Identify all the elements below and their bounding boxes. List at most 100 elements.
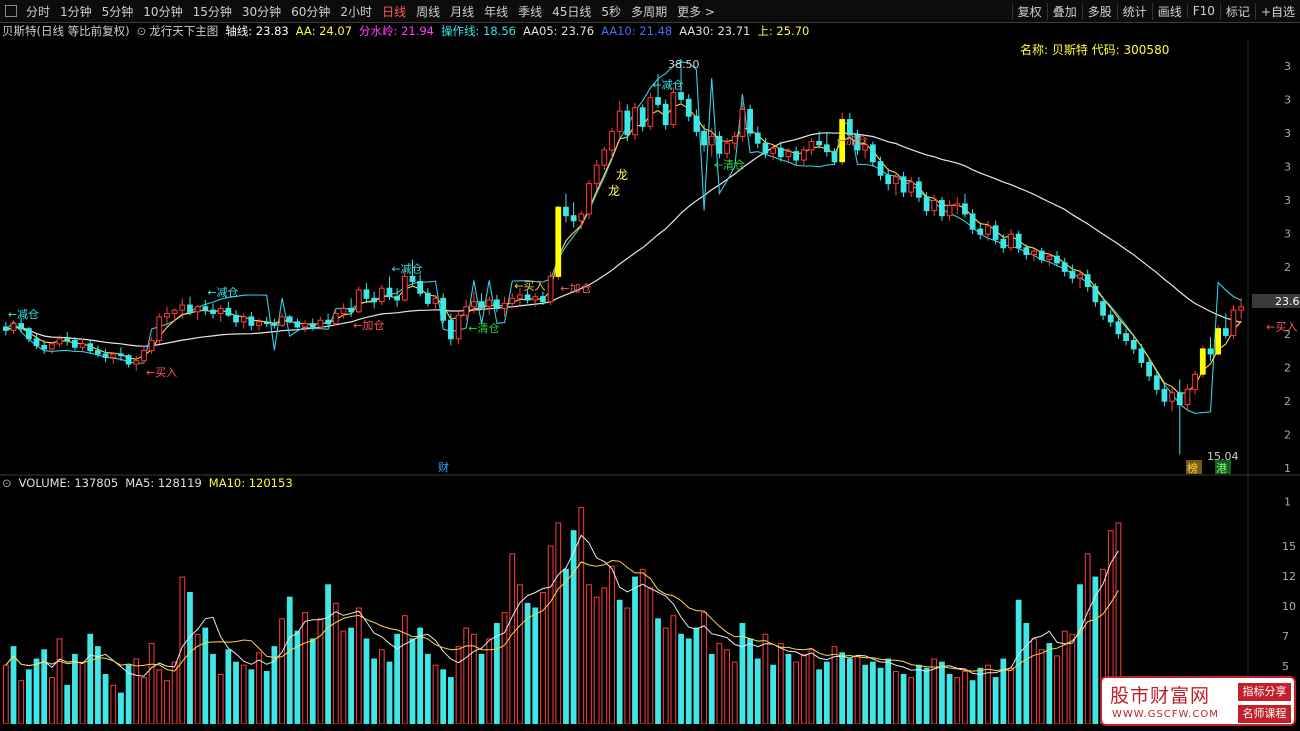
period-tab-11[interactable]: 年线 <box>479 3 513 20</box>
kline-chart[interactable]: ←减仓←买入←减仓←加仓←减仓←清仓←买入←加仓←减仓←清仓←加仓←买入←持仓 … <box>0 40 1300 724</box>
candle-body <box>770 147 776 154</box>
candle-body <box>125 355 132 365</box>
candle-body <box>424 292 431 304</box>
volume-bar <box>486 638 493 724</box>
volume-bar <box>87 633 94 724</box>
candle-body <box>371 297 378 303</box>
stock-title[interactable]: 贝斯特(日线 等比前复权) <box>2 23 130 39</box>
volume-bar <box>225 649 232 724</box>
candle-body <box>1015 233 1022 249</box>
period-tab-9[interactable]: 周线 <box>411 3 445 20</box>
candle-body <box>939 200 945 217</box>
volume-bar <box>187 592 193 724</box>
volume-bar <box>893 670 899 724</box>
volume-bar <box>869 661 876 724</box>
candle-body <box>217 307 224 314</box>
candle <box>593 160 600 191</box>
candle <box>1192 370 1199 395</box>
candle <box>639 104 646 132</box>
volume-bar <box>509 553 516 724</box>
period-tab-0[interactable]: 分时 <box>21 3 55 20</box>
indicator-toggle-icon[interactable]: ⊙ <box>137 24 147 38</box>
candle-body <box>563 206 569 217</box>
toolbar-button-5[interactable]: F10 <box>1186 4 1220 18</box>
volume-bar <box>256 652 262 724</box>
toolbar-button-0[interactable]: 复权 <box>1011 2 1047 20</box>
period-tab-14[interactable]: 5秒 <box>596 3 626 20</box>
volume-bar <box>616 599 623 724</box>
volume-bar <box>954 677 961 724</box>
candle <box>248 311 255 331</box>
toolbar-button-2[interactable]: 多股 <box>1081 2 1117 20</box>
period-tab-13[interactable]: 45日线 <box>547 3 596 20</box>
candle-body <box>962 203 968 215</box>
candle-body <box>41 345 48 350</box>
toolbar-button-6[interactable]: 标记 <box>1219 2 1255 20</box>
period-tab-16[interactable]: 更多 > <box>672 3 720 20</box>
candle-body <box>2 326 9 331</box>
volume-bar <box>609 565 615 724</box>
candle-body <box>202 306 209 311</box>
period-tab-1[interactable]: 1分钟 <box>55 3 97 20</box>
bang-marker[interactable]: 榜 <box>1187 461 1198 475</box>
price-axis-label: 3 <box>1284 127 1291 140</box>
candle <box>616 101 623 139</box>
volume-bar <box>1023 622 1030 724</box>
period-tab-8[interactable]: 日线 <box>377 3 411 20</box>
toolbar-button-4[interactable]: 画线 <box>1151 2 1187 20</box>
candle-body <box>48 343 55 350</box>
candle-body <box>800 149 807 161</box>
period-tab-5[interactable]: 30分钟 <box>237 3 286 20</box>
candle <box>977 222 984 240</box>
candle <box>394 288 401 307</box>
candle-body <box>1046 255 1053 261</box>
candle-body <box>148 339 155 352</box>
volume-bar <box>731 661 738 724</box>
period-tab-3[interactable]: 10分钟 <box>138 3 187 20</box>
candle-body <box>555 206 562 277</box>
candle-body <box>309 323 316 328</box>
candle <box>869 141 876 167</box>
volume-bar <box>355 607 362 724</box>
window-menu-icon[interactable] <box>5 5 17 17</box>
watermark-tag-1: 指标分享 <box>1238 683 1291 701</box>
period-tab-2[interactable]: 5分钟 <box>97 3 139 20</box>
candle-body <box>1023 247 1030 255</box>
candle <box>1123 328 1129 346</box>
candle <box>386 276 393 300</box>
indicator-name[interactable]: 龙行天下主图 <box>149 23 218 39</box>
candle-body <box>869 144 876 163</box>
candle <box>2 321 9 336</box>
candle <box>87 340 94 354</box>
candle-body <box>831 151 838 163</box>
period-tab-7[interactable]: 2小时 <box>335 3 377 20</box>
period-tab-15[interactable]: 多周期 <box>626 3 672 20</box>
period-tab-12[interactable]: 季线 <box>513 3 547 20</box>
toolbar-button-1[interactable]: 叠加 <box>1046 2 1082 20</box>
volume-bar <box>916 664 922 724</box>
price-axis-label: 3 <box>1284 228 1291 241</box>
period-tabs: 分时 1分钟 5分钟 10分钟 15分钟 30分钟 60分钟 2小时 日线 周线 月线 年线 季线 45日… <box>21 3 720 20</box>
toolbar-button-7[interactable]: +自选 <box>1254 2 1300 20</box>
gang-marker[interactable]: 港 <box>1216 462 1227 475</box>
candle-body <box>808 140 815 151</box>
volume-bar <box>478 653 485 724</box>
candle-body <box>348 307 354 313</box>
candle <box>685 94 692 122</box>
aa05-value: AA05: 23.76 <box>522 24 595 38</box>
volume-bar <box>1015 599 1022 724</box>
cai-marker[interactable]: 财 <box>438 460 449 474</box>
candle <box>747 104 753 137</box>
volume-bar <box>570 530 577 724</box>
candle-body <box>992 225 999 240</box>
candle <box>586 180 592 220</box>
candle-body <box>187 304 193 313</box>
volume-bar <box>325 584 331 724</box>
period-tab-4[interactable]: 15分钟 <box>188 3 237 20</box>
period-tab-6[interactable]: 60分钟 <box>286 3 335 20</box>
candle-body <box>110 353 117 358</box>
candle-body <box>432 297 439 304</box>
toolbar-button-3[interactable]: 统计 <box>1116 2 1152 20</box>
period-tab-10[interactable]: 月线 <box>445 3 479 20</box>
candle-body <box>1192 373 1199 390</box>
